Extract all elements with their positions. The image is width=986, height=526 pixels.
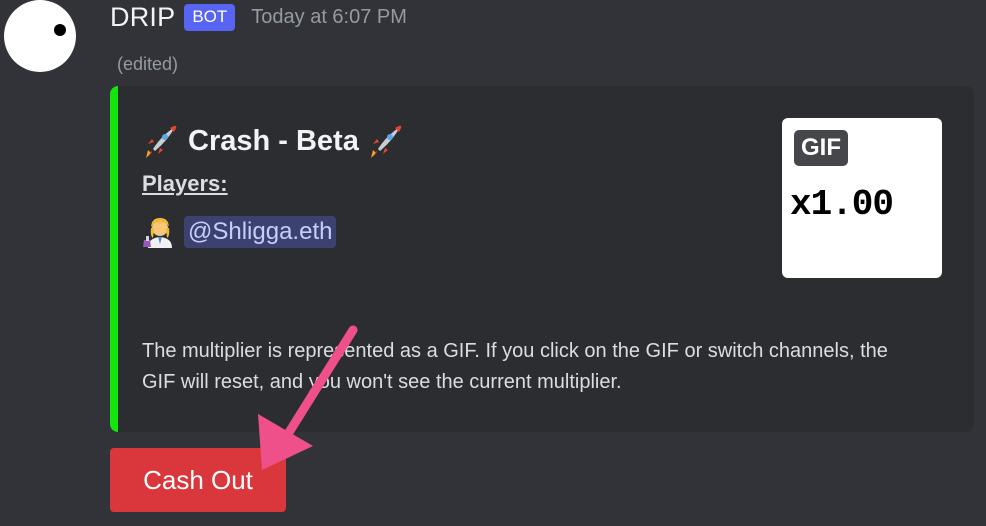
bot-badge: BOT — [184, 3, 236, 31]
message-header: DRIP BOT Today at 6:07 PM — [110, 0, 407, 34]
cash-out-button[interactable]: Cash Out — [110, 448, 286, 512]
multiplier-value: x1.00 — [790, 184, 894, 225]
embed-title: Crash - Beta — [142, 122, 405, 160]
message-timestamp[interactable]: Today at 6:07 PM — [251, 6, 407, 29]
rocket-icon — [142, 122, 180, 160]
edited-label: (edited) — [117, 54, 179, 74]
username[interactable]: DRIP — [110, 2, 175, 33]
player-mention[interactable]: @Shligga.eth — [184, 216, 337, 248]
players-label: Players: — [142, 171, 228, 196]
player-entry: @Shligga.eth — [142, 214, 337, 250]
message-embed: Crash - Beta Players: @Shligga.eth The m… — [110, 86, 974, 432]
rocket-icon — [367, 122, 405, 160]
scientist-emoji-icon — [142, 214, 178, 250]
embed-title-text: Crash - Beta — [188, 124, 359, 157]
gif-badge: GIF — [794, 130, 848, 166]
bot-avatar[interactable] — [4, 0, 76, 72]
embed-description: The multiplier is represented as a GIF. … — [142, 340, 888, 393]
multiplier-gif[interactable]: GIF x1.00 — [782, 118, 942, 278]
